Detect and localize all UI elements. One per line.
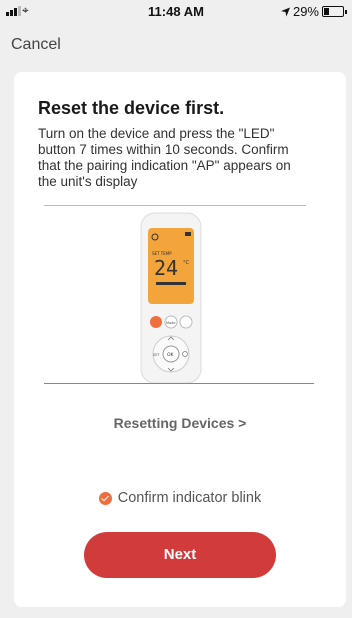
resetting-devices-link[interactable]: Resetting Devices > (14, 415, 346, 431)
remote-control-image: SET TEMP 24 °C Mode OK SET (140, 212, 202, 384)
remote-mode-label: Mode (166, 321, 176, 325)
confirm-indicator-row[interactable]: Confirm indicator blink (14, 490, 346, 506)
power-button-icon (150, 316, 162, 328)
remote-ok-label: OK (167, 352, 175, 358)
instructions-text: Turn on the device and press the "LED" b… (38, 126, 291, 189)
checkbox-checked-icon[interactable] (98, 491, 112, 505)
page-title: Reset the device first. (38, 98, 225, 118)
divider (44, 205, 306, 206)
divider (44, 383, 314, 384)
remote-fan-button (179, 315, 193, 329)
remote-display-unit: °C (183, 260, 190, 266)
remote-display-temp: 24 (154, 256, 178, 280)
status-right: 29% (280, 4, 347, 19)
battery-icon (322, 6, 347, 17)
cancel-button[interactable]: Cancel (11, 36, 61, 54)
confirm-indicator-label[interactable]: Confirm indicator blink (118, 490, 261, 506)
battery-percent: 29% (292, 4, 319, 19)
reset-card: Reset the device first. Turn on the devi… (14, 72, 346, 607)
location-arrow-icon (280, 7, 290, 16)
status-bar: ⌖ 11:48 AM 29% (0, 0, 352, 22)
remote-set-label: SET (153, 353, 160, 357)
next-button[interactable]: Next (84, 532, 276, 578)
